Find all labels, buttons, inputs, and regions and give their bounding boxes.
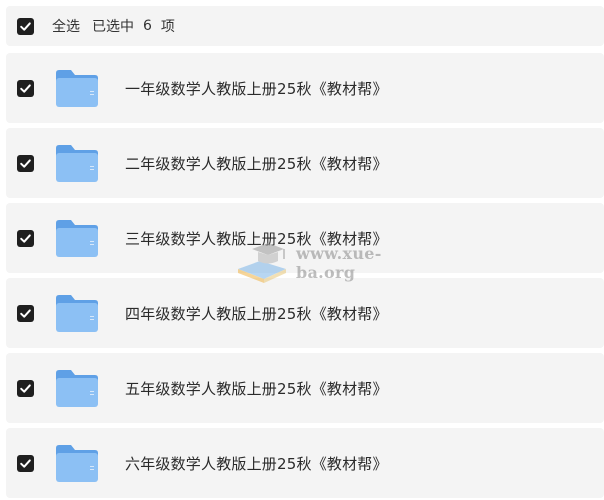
selected-count-prefix: 已选中: [92, 19, 134, 35]
file-name[interactable]: 五年级数学人教版上册25秋《教材帮》: [125, 378, 388, 399]
file-row[interactable]: 四年级数学人教版上册25秋《教材帮》: [6, 278, 604, 348]
file-row[interactable]: 三年级数学人教版上册25秋《教材帮》: [6, 203, 604, 273]
file-row[interactable]: 六年级数学人教版上册25秋《教材帮》: [6, 428, 604, 498]
folder-icon: [54, 367, 100, 409]
file-name[interactable]: 三年级数学人教版上册25秋《教材帮》: [125, 228, 388, 249]
checkmark-icon: [20, 458, 31, 468]
file-row-checkbox[interactable]: [17, 379, 34, 397]
checkmark-icon: [20, 158, 31, 168]
select-all-label[interactable]: 全选: [52, 16, 80, 36]
file-row-checkbox[interactable]: [17, 79, 34, 97]
file-list: 一年级数学人教版上册25秋《教材帮》 二年级数学人教版上册25秋《教材帮》 三年…: [6, 53, 604, 500]
checkmark-icon: [20, 21, 31, 31]
file-row-checkbox[interactable]: [17, 154, 34, 172]
folder-icon: [54, 67, 100, 109]
file-row-checkbox[interactable]: [17, 229, 34, 247]
folder-icon: [54, 292, 100, 334]
file-row-checkbox[interactable]: [17, 304, 34, 322]
file-name[interactable]: 二年级数学人教版上册25秋《教材帮》: [125, 153, 388, 174]
checkmark-icon: [20, 308, 31, 318]
file-name[interactable]: 一年级数学人教版上册25秋《教材帮》: [125, 78, 388, 99]
file-row[interactable]: 五年级数学人教版上册25秋《教材帮》: [6, 353, 604, 423]
folder-icon: [54, 142, 100, 184]
file-row-checkbox[interactable]: [17, 454, 34, 472]
select-all-bar: 全选 已选中 6 项: [6, 6, 604, 46]
file-name[interactable]: 四年级数学人教版上册25秋《教材帮》: [125, 303, 388, 324]
file-row[interactable]: 二年级数学人教版上册25秋《教材帮》: [6, 128, 604, 198]
file-name[interactable]: 六年级数学人教版上册25秋《教材帮》: [125, 453, 388, 474]
file-row[interactable]: 一年级数学人教版上册25秋《教材帮》: [6, 53, 604, 123]
selected-count-value: 6: [143, 18, 152, 34]
checkmark-icon: [20, 233, 31, 243]
folder-icon: [54, 442, 100, 484]
selected-count-suffix: 项: [160, 19, 175, 35]
checkmark-icon: [20, 83, 31, 93]
folder-icon: [54, 217, 100, 259]
checkmark-icon: [20, 383, 31, 393]
select-all-checkbox[interactable]: [17, 17, 34, 35]
